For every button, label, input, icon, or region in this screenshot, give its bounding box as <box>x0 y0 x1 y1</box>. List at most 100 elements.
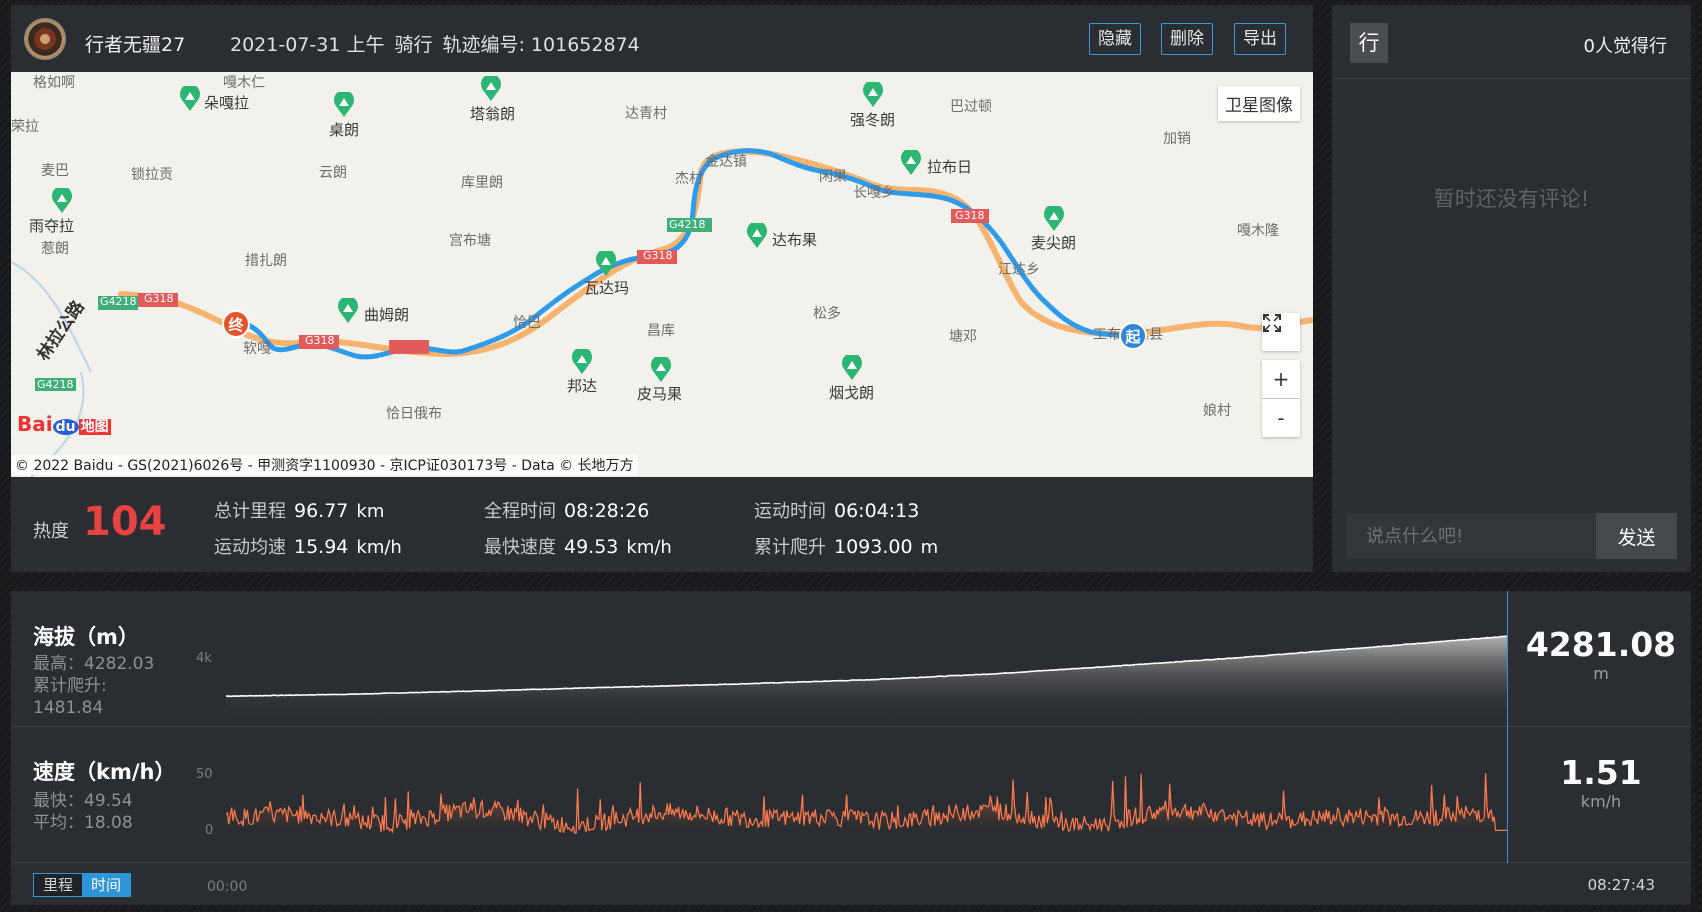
altitude-chart-row: 海拔（m） 最高：4282.03 累计爬升: 1481.84 4k 4281.0… <box>11 591 1691 727</box>
speed-readout: 1.51 km/h <box>1511 753 1691 811</box>
speed-readout-value: 1.51 <box>1560 753 1642 792</box>
track-panel: 行者无疆27 2021-07-31 上午 骑行 轨迹编号: 101652874 隐藏… <box>11 5 1313 572</box>
map-label: 荣拉 <box>11 119 39 135</box>
poi-pin-icon[interactable] <box>841 355 863 381</box>
avatar[interactable] <box>24 18 66 60</box>
poi-label: 烟戈朗 <box>829 384 875 402</box>
zoom-out-button[interactable]: - <box>1262 399 1300 437</box>
stats-bar: 热度 104 总计里程 96.77 km 全程时间 08:28:26 运动时间 06:0… <box>11 477 1313 572</box>
altitude-max: 最高：4282.03 <box>33 654 155 674</box>
poi-pin-icon[interactable] <box>746 223 768 249</box>
toggle-time[interactable]: 时间 <box>82 874 131 896</box>
road-shield-label: G4218 <box>100 295 137 308</box>
zoom-in-button[interactable]: + <box>1262 360 1300 398</box>
map-label: 宫布塘 <box>449 233 491 249</box>
poi-pin-icon[interactable] <box>333 92 355 118</box>
altitude-area <box>226 636 1507 719</box>
poi-label: 雨夺拉 <box>29 217 75 235</box>
stat-label: 最快速度 <box>484 537 556 558</box>
stat-unit: km <box>356 501 385 522</box>
map-label: 惹朗 <box>41 241 69 257</box>
poi-label: 强冬朗 <box>850 111 896 129</box>
altitude-chart[interactable] <box>226 591 1507 727</box>
end-marker[interactable]: 终 <box>222 310 250 338</box>
map-label: 昌库 <box>647 323 675 339</box>
poi-label: 邦达 <box>567 377 598 395</box>
track-id: 轨迹编号: 101652874 <box>442 34 640 56</box>
toggle-distance[interactable]: 里程 <box>34 874 83 896</box>
comment-header: 行 0人觉得行 <box>1332 5 1691 79</box>
fullscreen-icon[interactable] <box>1262 313 1300 351</box>
poi-pin-icon[interactable] <box>480 76 502 102</box>
stat-total-time: 全程时间 08:28:26 <box>484 497 649 523</box>
satellite-toggle-button[interactable]: 卫星图像 <box>1218 86 1300 121</box>
poi-label: 瓦达玛 <box>584 279 630 297</box>
altitude-climb-label: 累计爬升: <box>33 676 107 696</box>
delete-button[interactable]: 删除 <box>1161 23 1213 55</box>
speed-max: 最快：49.54 <box>33 791 133 811</box>
user-name[interactable]: 行者无疆27 <box>85 30 185 57</box>
map-label: 闲果 <box>819 169 847 185</box>
charts-panel: 海拔（m） 最高：4282.03 累计爬升: 1481.84 4k 4281.0… <box>11 591 1691 905</box>
stat-value: 15.94 <box>294 536 349 558</box>
poi-pin-icon[interactable] <box>571 349 593 375</box>
track-date: 2021-07-31 上午 <box>230 34 385 56</box>
map-label: 江达乡 <box>998 262 1040 278</box>
map-label: 加销 <box>1163 131 1191 147</box>
track-map[interactable]: 朵嘎拉 桌朗 塔翁朗 强冬朗 拉布日 雨夺拉 达布果 麦尖朗 瓦达玛 曲姆朗 邦… <box>11 72 1313 477</box>
stat-total-climb: 累计爬升 1093.00 m <box>754 533 938 559</box>
stat-value: 06:04:13 <box>834 500 920 522</box>
speed-avg: 平均：18.08 <box>33 813 133 833</box>
map-roads-svg <box>11 148 1313 477</box>
empty-comments-text: 暂时还没有评论! <box>1433 187 1590 211</box>
poi-pin-icon[interactable] <box>51 188 73 214</box>
stat-value: 49.53 <box>564 536 619 558</box>
heat-label: 热度 <box>33 521 69 542</box>
baidu-logo-du: du <box>52 419 79 435</box>
baidu-logo-text: Bai <box>17 412 53 436</box>
like-button[interactable]: 行 <box>1350 23 1388 63</box>
speed-y-tick-top: 50 <box>196 767 213 782</box>
poi-pin-icon[interactable] <box>595 251 617 277</box>
map-label: 恰巴 <box>513 315 541 331</box>
speed-chart[interactable] <box>226 727 1507 863</box>
map-label: 软嘎 <box>243 341 271 357</box>
road-shield-label: G318 <box>305 334 335 347</box>
export-button[interactable]: 导出 <box>1234 23 1286 55</box>
heat-value: 104 <box>83 499 167 545</box>
map-label: 恰日俄布 <box>386 406 442 422</box>
comment-input[interactable] <box>1346 513 1596 559</box>
poi-pin-icon[interactable] <box>1043 206 1065 232</box>
stat-label: 全程时间 <box>484 501 556 522</box>
hide-button[interactable]: 隐藏 <box>1089 23 1141 55</box>
map-label: 娘村 <box>1203 403 1231 419</box>
comment-panel: 行 0人觉得行 暂时还没有评论! 发送 <box>1332 5 1691 572</box>
road-shield <box>389 340 429 354</box>
chart-axis-row: 里程 时间 00:00 08:27:43 <box>11 863 1691 905</box>
altitude-readout-unit: m <box>1593 664 1609 683</box>
send-button[interactable]: 发送 <box>1596 513 1677 559</box>
map-copyright: © 2022 Baidu - GS(2021)6026号 - 甲测资字11009… <box>11 455 638 475</box>
map-label: 金达镇 <box>705 154 747 170</box>
road-shield-label: G4218 <box>35 378 76 391</box>
poi-label: 皮马果 <box>637 385 683 403</box>
map-label: 嘎木仁 <box>223 75 265 91</box>
stat-max-speed: 最快速度 49.53 km/h <box>484 533 672 559</box>
poi-label: 拉布日 <box>927 158 973 176</box>
poi-pin-icon[interactable] <box>337 298 359 324</box>
x-axis-toggle[interactable]: 里程 时间 <box>33 873 132 897</box>
poi-pin-icon[interactable] <box>900 150 922 176</box>
poi-pin-icon[interactable] <box>179 86 201 112</box>
stat-unit: km/h <box>356 537 402 558</box>
poi-label: 达布果 <box>772 231 818 249</box>
poi-pin-icon[interactable] <box>650 357 672 383</box>
speed-readout-unit: km/h <box>1580 792 1622 811</box>
baidu-map-logo: Bai du 地图 <box>17 412 111 436</box>
track-meta: 2021-07-31 上午 骑行 轨迹编号: 101652874 <box>230 30 650 57</box>
x-axis-start: 00:00 <box>207 879 248 895</box>
poi-pin-icon[interactable] <box>862 82 884 108</box>
start-marker[interactable]: 起 <box>1119 322 1147 350</box>
map-label: 麦巴 <box>41 163 69 179</box>
speed-y-tick-bottom: 0 <box>205 823 214 838</box>
chart-cursor-line[interactable] <box>1507 591 1508 863</box>
